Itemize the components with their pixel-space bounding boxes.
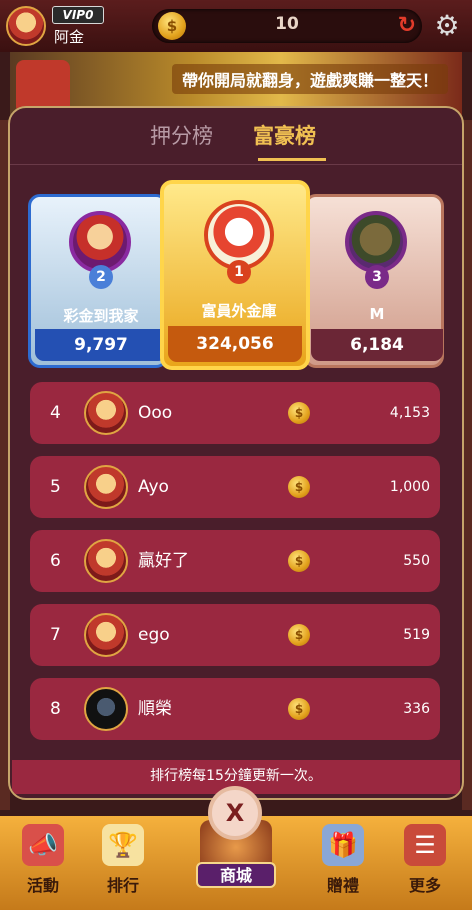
nav-label: 排行 bbox=[106, 876, 139, 895]
row-score: 1,000 bbox=[389, 479, 430, 495]
avatar bbox=[84, 613, 128, 657]
row-player-name: Ayo bbox=[138, 477, 169, 497]
coin-balance: 10 bbox=[275, 14, 299, 34]
leaderboard-panel: 押分榜 富豪榜 2 彩金到我家 9,797 3 M 6,184 1 富員外金庫 … bbox=[8, 106, 464, 800]
row-player-name: ego bbox=[138, 625, 170, 645]
table-row[interactable]: 4 Ooo $ 4,153 bbox=[30, 382, 440, 444]
coin-balance-bar: $ 10 ↻ bbox=[152, 9, 422, 43]
row-score: 550 bbox=[403, 553, 430, 569]
avatar bbox=[84, 391, 128, 435]
podium-rank-3[interactable]: 3 M 6,184 bbox=[304, 194, 444, 368]
ranking-list[interactable]: 4 Ooo $ 4,153 5 Ayo $ 1,000 6 贏好了 $ 550 … bbox=[30, 382, 442, 752]
avatar bbox=[84, 687, 128, 731]
avatar bbox=[345, 211, 407, 273]
nav-activity[interactable]: 📣 活動 bbox=[8, 824, 78, 896]
nav-label: 更多 bbox=[408, 876, 441, 895]
podium-player-value: 9,797 bbox=[35, 329, 167, 361]
top-bar: VIP0 阿金 $ 10 ↻ ⚙ bbox=[0, 0, 472, 52]
rank-badge: 1 bbox=[227, 260, 251, 284]
row-score: 336 bbox=[403, 701, 430, 717]
nav-label: 活動 bbox=[26, 876, 59, 895]
banner-slogan: 帶你開局就翻身，遊戲爽賺一整天！ bbox=[171, 64, 448, 94]
coin-icon: $ bbox=[288, 550, 310, 572]
table-row[interactable]: 5 Ayo $ 1,000 bbox=[30, 456, 440, 518]
rank-badge: 3 bbox=[365, 265, 389, 289]
row-player-name: 贏好了 bbox=[138, 551, 189, 571]
active-tab-indicator bbox=[258, 158, 326, 161]
coin-icon: $ bbox=[288, 698, 310, 720]
podium-rank-2[interactable]: 2 彩金到我家 9,797 bbox=[28, 194, 168, 368]
table-row[interactable]: 7 ego $ 519 bbox=[30, 604, 440, 666]
coin-icon: $ bbox=[288, 402, 310, 424]
gift-icon: 🎁 bbox=[322, 824, 364, 866]
coin-icon: $ bbox=[288, 476, 310, 498]
player-avatar[interactable] bbox=[6, 6, 46, 46]
tab-rich-ranking[interactable]: 富豪榜 bbox=[253, 122, 316, 150]
nav-gift[interactable]: 🎁 贈禮 bbox=[308, 824, 378, 896]
row-player-name: 順榮 bbox=[138, 699, 172, 719]
avatar bbox=[84, 539, 128, 583]
menu-icon: ☰ bbox=[404, 824, 446, 866]
trophy-icon: 🏆 bbox=[102, 824, 144, 866]
avatar bbox=[84, 465, 128, 509]
gear-icon[interactable]: ⚙ bbox=[430, 9, 464, 43]
tab-bet-ranking[interactable]: 押分榜 bbox=[150, 122, 213, 150]
vip-badge[interactable]: VIP0 bbox=[52, 6, 104, 24]
table-row[interactable]: 8 順榮 $ 336 bbox=[30, 678, 440, 740]
megaphone-icon: 📣 bbox=[22, 824, 64, 866]
row-rank: 7 bbox=[50, 625, 61, 645]
avatar bbox=[69, 211, 131, 273]
nav-label: 贈禮 bbox=[326, 876, 359, 895]
table-row[interactable]: 6 贏好了 $ 550 bbox=[30, 530, 440, 592]
nav-more[interactable]: ☰ 更多 bbox=[390, 824, 460, 896]
leaderboard-tabs: 押分榜 富豪榜 bbox=[10, 108, 462, 165]
refresh-icon[interactable]: ↻ bbox=[398, 13, 416, 39]
close-button[interactable]: X bbox=[208, 786, 262, 840]
podium-rank-1[interactable]: 1 富員外金庫 324,056 bbox=[160, 180, 310, 370]
player-name: 阿金 bbox=[54, 28, 85, 46]
row-rank: 8 bbox=[50, 699, 61, 719]
rank-badge: 2 bbox=[89, 265, 113, 289]
row-score: 4,153 bbox=[389, 405, 430, 421]
row-player-name: Ooo bbox=[138, 403, 173, 423]
podium-player-value: 324,056 bbox=[168, 326, 302, 362]
row-score: 519 bbox=[403, 627, 430, 643]
coin-icon: $ bbox=[288, 624, 310, 646]
podium-player-name: 富員外金庫 bbox=[201, 302, 277, 320]
nav-label: 商城 bbox=[196, 862, 276, 888]
row-rank: 6 bbox=[50, 551, 61, 571]
row-rank: 4 bbox=[50, 403, 61, 423]
row-rank: 5 bbox=[50, 477, 61, 497]
nav-ranking[interactable]: 🏆 排行 bbox=[88, 824, 158, 896]
podium-player-value: 6,184 bbox=[311, 329, 443, 361]
podium-player-name: 彩金到我家 bbox=[63, 307, 139, 325]
podium-player-name: M bbox=[369, 305, 385, 323]
